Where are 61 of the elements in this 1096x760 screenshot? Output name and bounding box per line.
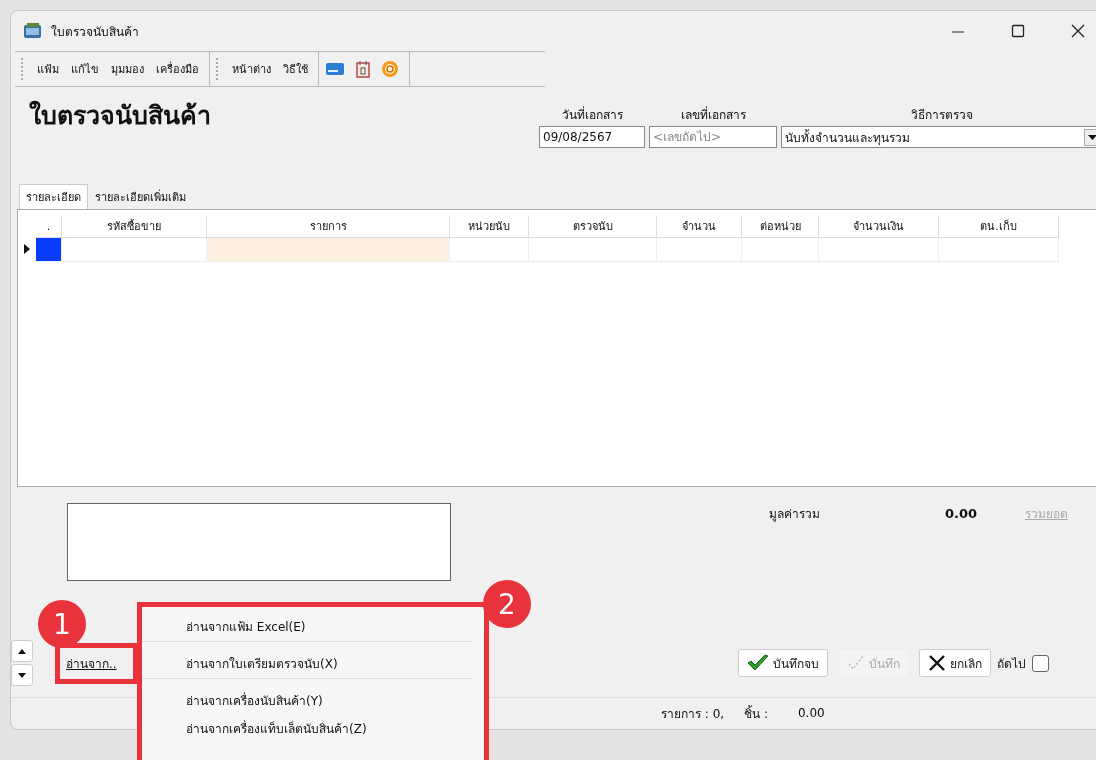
table-cell[interactable] bbox=[207, 238, 450, 262]
table-cell[interactable] bbox=[819, 238, 939, 262]
down-arrow-icon bbox=[18, 672, 26, 678]
total-value: 0.00 bbox=[943, 505, 977, 521]
memo-field[interactable] bbox=[67, 503, 451, 581]
column-header[interactable]: หน่วยนับ bbox=[450, 216, 529, 238]
field-label: วิธีการตรวจ bbox=[911, 107, 973, 124]
checkbox-label: ถัดไป bbox=[997, 655, 1026, 673]
status-text: 0.00 bbox=[798, 706, 825, 720]
total-label: มูลค่ารวม bbox=[769, 505, 821, 523]
dropdown-arrow-icon[interactable] bbox=[1084, 128, 1096, 146]
maximize-icon[interactable] bbox=[1011, 24, 1025, 38]
move-down-button[interactable] bbox=[11, 664, 33, 686]
action-button[interactable]: บันทึกจบ bbox=[738, 649, 828, 677]
field-label: เลขที่เอกสาร bbox=[680, 105, 746, 124]
table-cell[interactable] bbox=[657, 238, 742, 262]
close-icon[interactable] bbox=[1071, 24, 1085, 38]
target-icon[interactable] bbox=[381, 60, 399, 78]
selected-cell[interactable] bbox=[36, 238, 62, 262]
card-icon[interactable] bbox=[325, 61, 345, 77]
table-cell[interactable] bbox=[450, 238, 529, 262]
checkmark-icon bbox=[747, 654, 769, 672]
menu-item[interactable]: อ่านจากเครื่องแท็บเล็ตนับสินค้า(Z) bbox=[142, 715, 472, 743]
column-header[interactable]: ตรวจนับ bbox=[529, 216, 657, 238]
column-header[interactable]: ต่อหน่วย bbox=[742, 216, 819, 238]
date-field[interactable]: 09/08/2567 bbox=[539, 126, 645, 148]
menu-item[interactable]: แก้ไข bbox=[71, 60, 99, 78]
status-text: ชิ้น : bbox=[744, 704, 768, 723]
action-button[interactable]: ยกเลิก bbox=[919, 649, 991, 677]
cross-icon bbox=[928, 654, 946, 672]
form-title: ใบตรวจนับสินค้า bbox=[29, 99, 212, 132]
up-arrow-icon bbox=[18, 648, 26, 654]
table-cell[interactable] bbox=[742, 238, 819, 262]
menu-item[interactable]: มุมมอง bbox=[111, 60, 144, 78]
column-header[interactable]: จำนวน bbox=[657, 216, 742, 238]
menu-item[interactable]: หน้าต่าง bbox=[232, 60, 271, 78]
method-dropdown[interactable]: นับทั้งจำนวนและทุนรวม bbox=[781, 126, 1096, 148]
tab[interactable]: รายละเอียดเพิ่มเติม bbox=[88, 184, 193, 209]
calendar-icon[interactable] bbox=[355, 60, 371, 78]
next-checkbox[interactable] bbox=[1032, 654, 1049, 672]
column-header[interactable]: ตน.เก็บ bbox=[939, 216, 1059, 238]
app-icon bbox=[23, 22, 43, 40]
column-header[interactable]: รหัสซื้อขาย bbox=[62, 216, 207, 238]
menu-item[interactable]: อ่านจากแฟ้ม Excel(E) bbox=[142, 613, 472, 642]
table-cell[interactable] bbox=[939, 238, 1059, 262]
table-cell[interactable] bbox=[529, 238, 657, 262]
field-label: วันที่เอกสาร bbox=[561, 105, 623, 124]
menu-item[interactable]: อ่านจากเครื่องนับสินค้า(Y) bbox=[142, 687, 472, 715]
menu-item[interactable]: แฟ้ม bbox=[37, 60, 59, 78]
menu-item[interactable]: วิธีใช้ bbox=[283, 60, 308, 78]
column-header[interactable]: จำนวนเงิน bbox=[819, 216, 939, 238]
menu-item[interactable]: อ่านจากใบเตรียมตรวจนับ(X) bbox=[142, 650, 472, 679]
menu-item[interactable]: เครื่องมือ bbox=[156, 60, 199, 78]
status-text: รายการ : 0, bbox=[661, 705, 725, 723]
checkmark-icon bbox=[847, 655, 865, 671]
current-row-icon bbox=[24, 244, 30, 254]
document-number-field[interactable]: <เลขถัดไป> bbox=[649, 126, 777, 148]
window-title: ใบตรวจนับสินค้า bbox=[51, 23, 139, 41]
import-link[interactable]: อ่านจาก.. bbox=[66, 653, 117, 673]
move-up-button[interactable] bbox=[11, 640, 33, 662]
tab[interactable]: รายละเอียด bbox=[19, 184, 88, 209]
